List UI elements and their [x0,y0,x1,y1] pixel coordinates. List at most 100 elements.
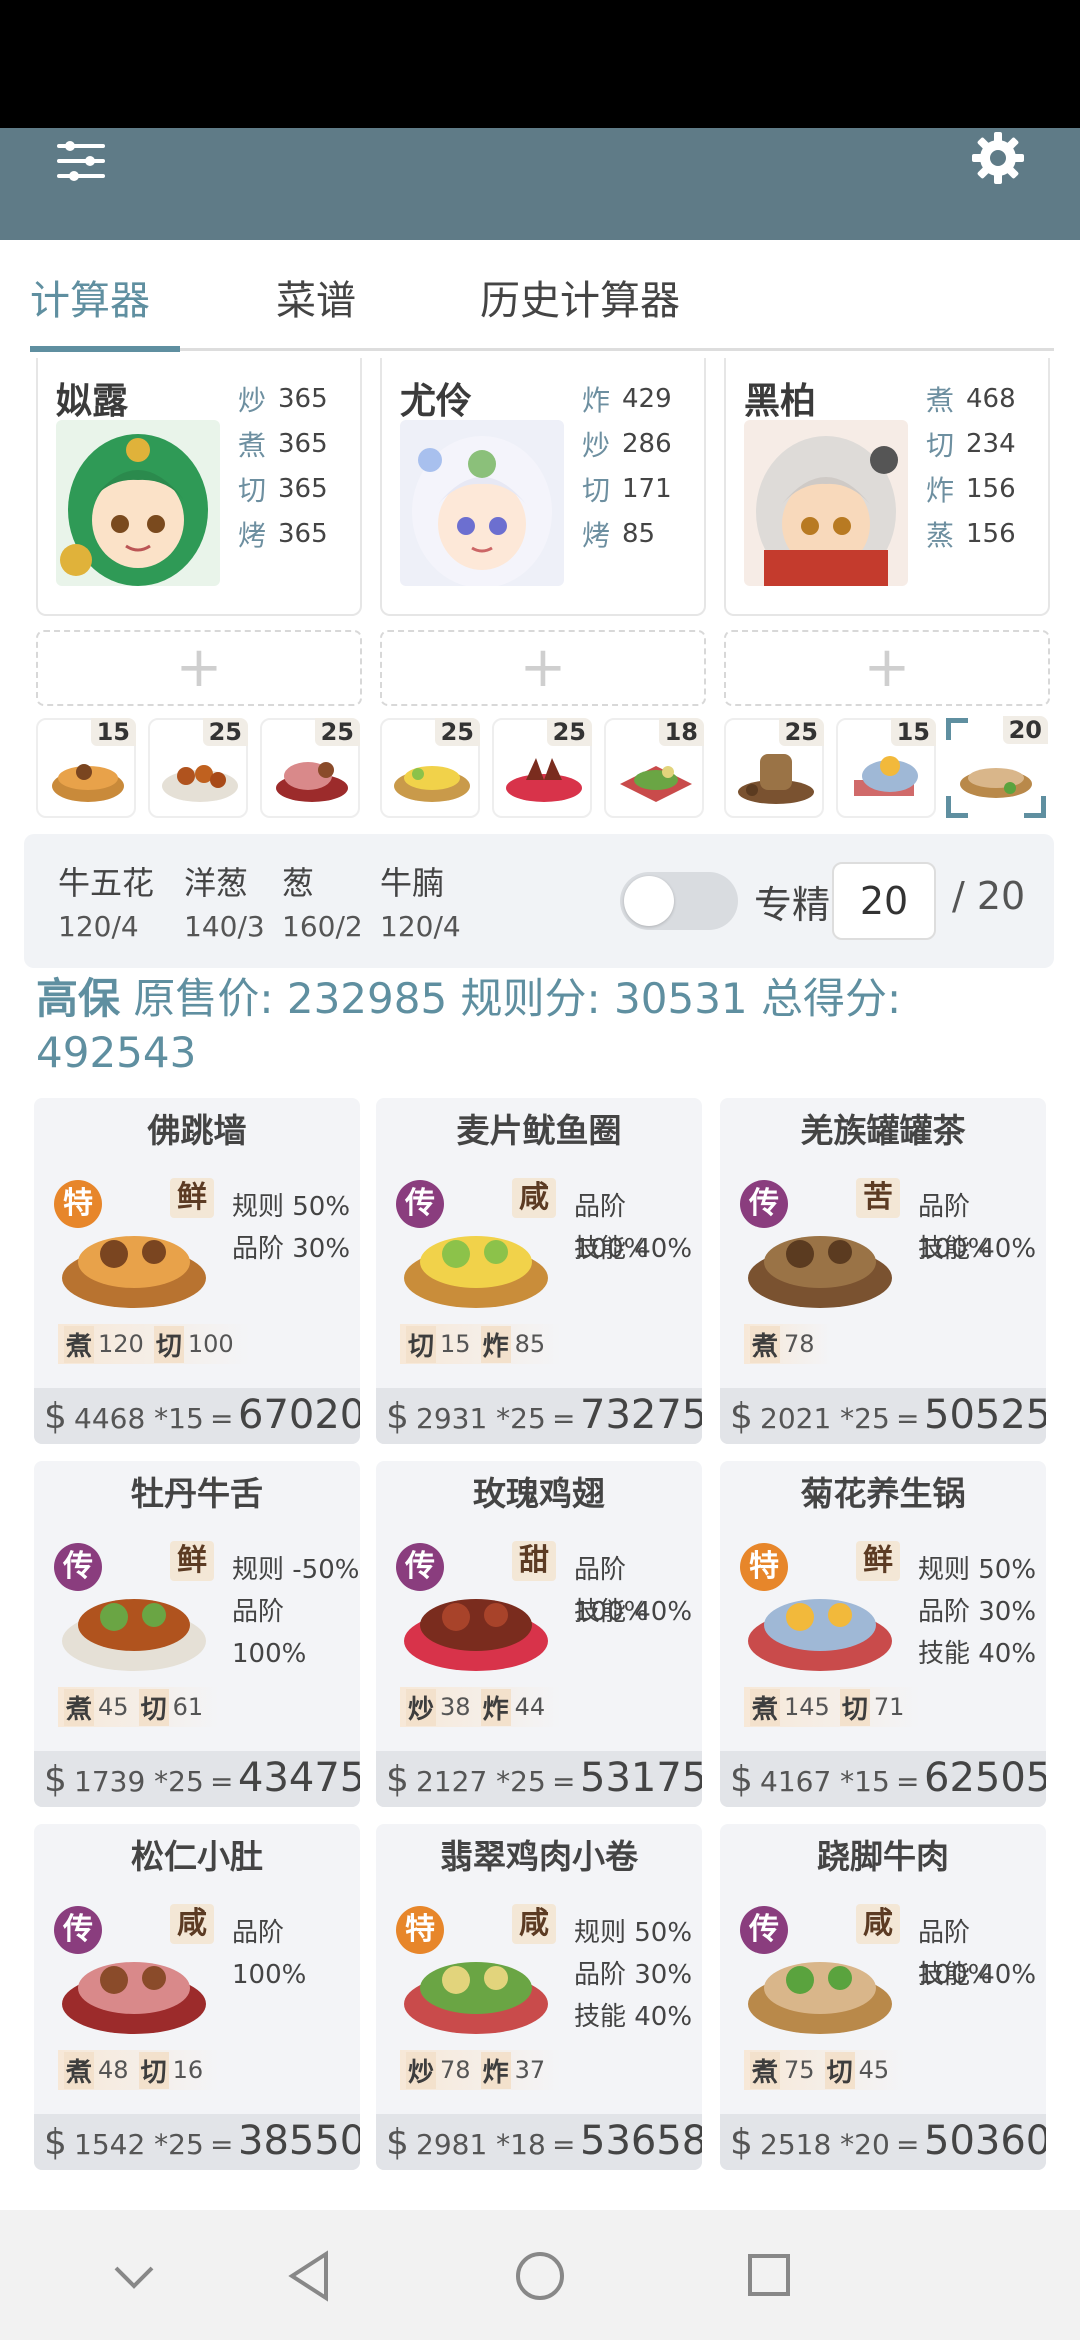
recipe-title: 松仁小肚 [131,1837,263,1876]
equals-sign: = [552,1402,576,1435]
rule-bonus: 品阶 30% [918,1597,1037,1627]
skill-requirement-value: 15 [440,1330,471,1358]
chef-portrait [744,420,908,586]
skill-requirements: 煮 48 切 16 [58,2050,220,2090]
skill-requirement-type: 煮 [750,1325,781,1363]
dish-slot[interactable]: 25 [260,718,360,818]
skill-requirements: 煮 75 切 45 [744,2050,906,2090]
equals-sign: = [552,1765,576,1798]
skill-requirement-type: 切 [138,1688,169,1726]
recipe-card[interactable]: 玫瑰鸡翅 传 甜 品阶 100% 技能 40% 炒 38 炸 44 $ 2127 *25… [376,1461,702,1807]
rarity-badge: 传 [740,1906,788,1954]
recipe-card[interactable]: 羌族罐罐茶 传 苦 品阶 100% 技能 40% 煮 78 $ 2021 *25 =… [720,1098,1046,1444]
currency-symbol: $ [730,1396,753,1437]
unit-price: 2021 *25 [760,1402,890,1435]
skill-requirement-type: 煮 [64,2051,95,2089]
add-slot-button[interactable]: + [724,630,1050,706]
skill-requirement-value: 100 [187,1330,234,1358]
ingredient-name: 洋葱 [184,864,249,902]
toggle-knob [624,876,674,926]
recipe-card[interactable]: 麦片鱿鱼圈 传 咸 品阶 100% 技能 40% 切 15 炸 85 $ 2931 *2… [376,1098,702,1444]
skill-value: 365 [278,473,328,504]
price-bar: $ 2127 *25 = 53175 [376,1751,702,1807]
equals-sign: = [896,2128,920,2161]
currency-symbol: $ [730,1759,753,1800]
recipe-card[interactable]: 菊花养生锅 特 鲜 规则 50% 品阶 30% 技能 40% 煮 145 切 71 $ 4… [720,1461,1046,1807]
recipe-card[interactable]: 翡翠鸡肉小卷 特 咸 规则 50% 品阶 30% 技能 40% 炒 78 炸 37 $ 2… [376,1824,702,2170]
dish-slot[interactable]: 15 [836,718,936,818]
rule-list: 规则 -50% 品阶 100% [232,1549,360,1669]
dish-slot[interactable]: 18 [604,718,704,818]
recipe-title: 羌族罐罐茶 [800,1111,966,1150]
dish-slot[interactable]: 25 [148,718,248,818]
ingredient-amount: 120/4 [380,910,461,943]
gear-icon[interactable] [970,130,1026,186]
chef-card[interactable]: 黑柏 煮 468 切 234 炸 156 蒸 156 [724,358,1050,616]
rarity-badge: 传 [54,1543,102,1591]
price-bar: $ 1739 *25 = 43475 [34,1751,360,1807]
currency-symbol: $ [386,1759,409,1800]
add-slot-button[interactable]: + [380,630,706,706]
specialize-toggle[interactable] [620,872,738,930]
back-icon[interactable] [286,2250,332,2302]
unit-price: 1739 *25 [74,1765,204,1798]
score-summary: 高保 原售价: 232985 规则分: 30531 总得分: 492543 [36,972,1046,1080]
ingredient-amount: 120/4 [58,910,139,943]
total-price: 67020 [238,1392,360,1438]
rarity-badge: 特 [740,1543,788,1591]
total-price: 50525 [924,1392,1046,1438]
rule-bonus: 品阶 100% [232,1597,307,1669]
home-icon[interactable] [514,2250,566,2302]
skill-requirement-value: 37 [514,2056,546,2084]
flavor-tag: 甜 [512,1541,556,1581]
skill-requirement-value: 75 [784,2056,815,2084]
unit-price: 4468 *15 [74,1402,204,1435]
total-price: 53175 [580,1755,702,1801]
dish-slot[interactable]: 25 [380,718,480,818]
add-slot-button[interactable]: + [36,630,362,706]
sliders-icon[interactable] [56,136,106,186]
skill-type: 煮 [926,383,955,417]
skill-requirement-type: 切 [824,2051,855,2089]
rule-bonus: 技能 40% [574,1234,693,1264]
recipe-card[interactable]: 牡丹牛舌 传 鲜 规则 -50% 品阶 100% 煮 45 切 61 $ 1739 *2… [34,1461,360,1807]
tab-calculator[interactable]: 计算器 [30,268,150,326]
skill-requirement-value: 45 [98,1693,129,1721]
chef-portrait [400,420,564,586]
currency-symbol: $ [386,2122,409,2163]
tab-recipes[interactable]: 菜谱 [276,268,356,326]
specialize-label: 专精 [754,883,831,927]
recipe-card[interactable]: 松仁小肚 传 咸 品阶 100% 煮 48 切 16 $ 1542 *25 = 385… [34,1824,360,2170]
ingredient: 洋葱 140/3 [184,858,265,943]
dish-slot[interactable]: 25 [492,718,592,818]
skill-type: 烤 [238,518,267,552]
rule-list: 品阶 100% 技能 40% [574,1549,702,1633]
rule-bonus: 品阶 30% [574,1960,693,1990]
specialize-input[interactable]: 20 [832,862,936,940]
tab-history-calculator[interactable]: 历史计算器 [480,268,680,326]
recipe-card[interactable]: 跷脚牛肉 传 咸 品阶 100% 技能 40% 煮 75 切 45 $ 2518 *20… [720,1824,1046,2170]
recipe-card[interactable]: 佛跳墙 特 鲜 规则 50% 品阶 30% 煮 120 切 100 $ 4468 *15… [34,1098,360,1444]
skill-requirements: 煮 45 切 61 [58,1687,220,1727]
ingredient: 牛五花 120/4 [58,858,154,943]
skill-requirement-type: 煮 [750,1688,781,1726]
skill-type: 烤 [582,518,611,552]
skill-requirement-value: 38 [440,1693,471,1721]
price-bar: $ 4167 *15 = 62505 [720,1751,1046,1807]
chevron-down-icon[interactable] [112,2262,156,2292]
currency-symbol: $ [44,2122,67,2163]
dish-slot[interactable]: 25 [724,718,824,818]
rule-bonus: 规则 50% [574,1918,693,1948]
chef-card[interactable]: 姒露 炒 365 煮 365 切 365 烤 365 [36,358,362,616]
dish-slot-selected[interactable]: 20 [946,716,1048,818]
skill-requirements: 炒 38 炸 44 [400,1687,562,1727]
equals-sign: = [896,1402,920,1435]
recipe-title: 菊花养生锅 [800,1474,966,1513]
dish-slot[interactable]: 15 [36,718,136,818]
rule-bonus: 规则 50% [232,1192,351,1222]
chef-card[interactable]: 尤伶 炸 429 炒 286 切 171 烤 85 [380,358,706,616]
recents-icon[interactable] [746,2252,792,2298]
skill-value: 365 [278,518,328,549]
skill-requirement-value: 145 [784,1693,830,1721]
equals-sign: = [210,2128,234,2161]
